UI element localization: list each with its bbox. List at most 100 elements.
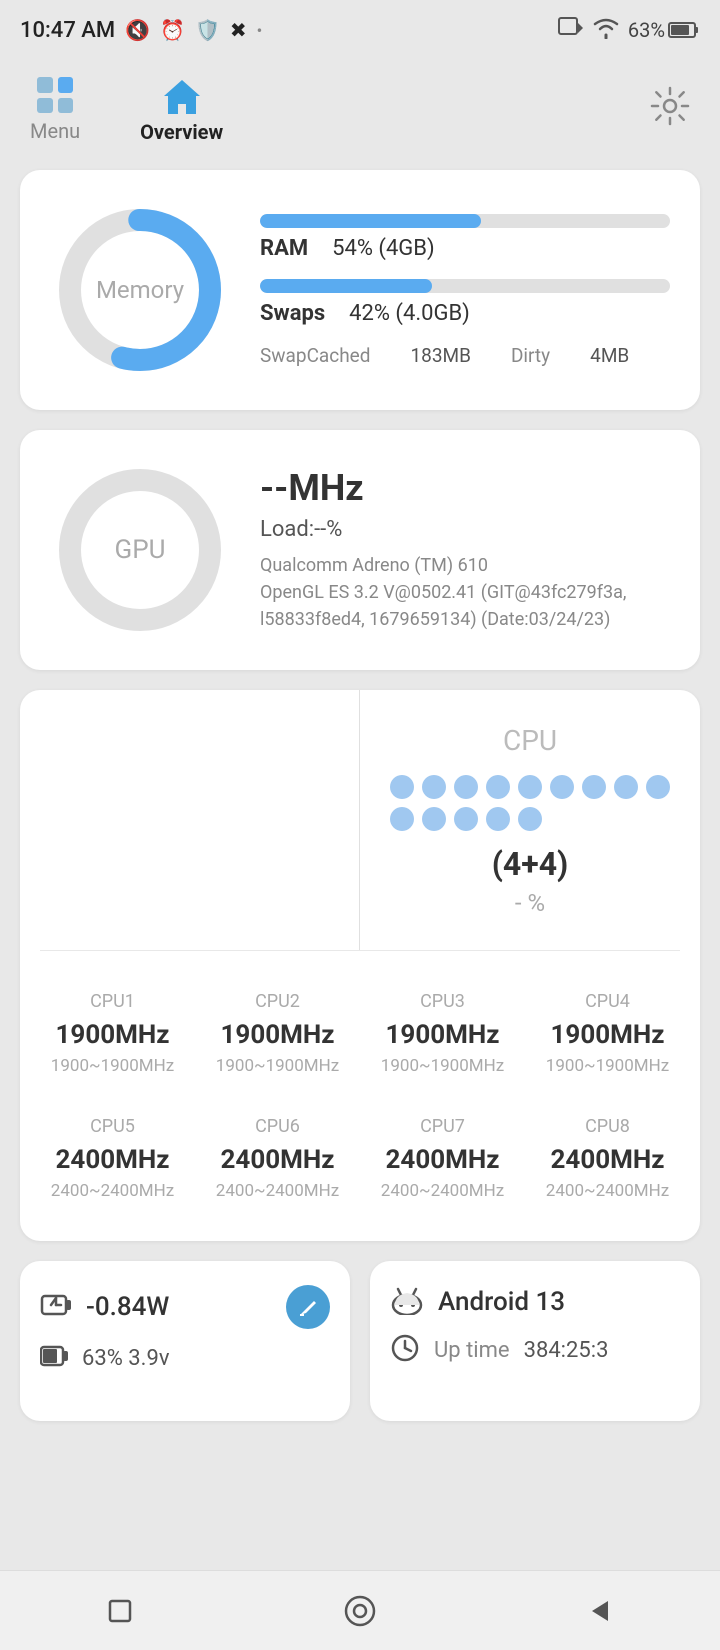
cpu6-range: 2400~2400MHz [216, 1181, 339, 1201]
gpu-info: --MHz Load:--% Qualcomm Adreno (TM) 610 … [260, 467, 670, 633]
alarm-icon: ⏰ [160, 18, 185, 42]
cpu-dots [390, 775, 670, 831]
shield-icon: 🛡️ [195, 18, 220, 42]
dirty-label: Dirty [511, 344, 550, 367]
cpu4-range: 1900~1900MHz [546, 1056, 669, 1076]
uptime-label: Up time [434, 1338, 510, 1363]
ram-value: 54% (4GB) [332, 236, 435, 261]
cpu4-label: CPU4 [585, 991, 630, 1012]
overview-icon [160, 76, 204, 116]
memory-sub-stats: SwapCached 183MB Dirty 4MB [260, 344, 670, 367]
cpu-dot [422, 775, 446, 799]
status-bar: 10:47 AM 🔇 ⏰ 🛡️ ✖ • 63% [0, 0, 720, 60]
cpu8-range: 2400~2400MHz [546, 1181, 669, 1201]
uptime-row: Up time 384:25:3 [390, 1333, 680, 1367]
ram-stat-row: RAM 54% (4GB) [260, 214, 670, 261]
swap-progress-fill [260, 279, 432, 293]
battery-level-value: 63% 3.9v [82, 1346, 169, 1371]
status-right-icons: 63% [558, 17, 700, 44]
swap-value: 42% (4.0GB) [349, 301, 470, 326]
swap-progress-bar [260, 279, 670, 293]
battery-watt-value: -0.84W [86, 1292, 169, 1322]
cpu1-label: CPU1 [90, 991, 135, 1012]
memory-donut-chart: Memory [50, 200, 230, 380]
cpu-core-7: CPU7 2400MHz 2400~2400MHz [360, 1096, 525, 1221]
cpu3-label: CPU3 [420, 991, 465, 1012]
cpu-cores-grid: CPU1 1900MHz 1900~1900MHz CPU2 1900MHz 1… [20, 951, 700, 1241]
back-button[interactable] [570, 1581, 630, 1641]
swap-stat-row: Swaps 42% (4.0GB) [260, 279, 670, 326]
swapcached-label: SwapCached [260, 344, 370, 367]
overview-nav-item[interactable]: Overview [140, 76, 223, 144]
status-time: 10:47 AM 🔇 ⏰ 🛡️ ✖ • [20, 18, 262, 43]
cpu3-freq: 1900MHz [385, 1020, 499, 1050]
swapcached-value: 183MB [410, 344, 470, 367]
battery-status: 63% [628, 18, 700, 42]
battery-header: -0.84W [40, 1285, 330, 1329]
menu-grid-icon [37, 77, 73, 113]
gpu-desc-line1: Qualcomm Adreno (TM) 610 [260, 555, 488, 576]
dirty-value: 4MB [590, 344, 629, 367]
cpu-dot [422, 807, 446, 831]
time-display: 10:47 AM [20, 18, 115, 43]
battery-charging-icon [40, 1290, 74, 1324]
menu-nav-item[interactable]: Menu [30, 77, 80, 143]
gpu-circle-chart: GPU [50, 460, 230, 640]
settings-gear-button[interactable] [650, 86, 690, 135]
wifi-icon [592, 17, 620, 44]
menu-label: Menu [30, 119, 80, 143]
battery-level-icon [40, 1343, 70, 1373]
cpu-top-section: CPU (4+4) - % [20, 690, 700, 950]
edit-button[interactable] [286, 1285, 330, 1329]
clock-icon [390, 1333, 420, 1367]
ram-label: RAM [260, 236, 308, 261]
cpu6-freq: 2400MHz [220, 1145, 334, 1175]
gpu-desc-line3: l58833f8ed4, 1679659134) (Date:03/24/23) [260, 609, 610, 630]
cpu-dot [614, 775, 638, 799]
cpu-core-4: CPU4 1900MHz 1900~1900MHz [525, 971, 690, 1096]
memory-donut-label: Memory [96, 276, 184, 304]
cpu-core-5: CPU5 2400MHz 2400~2400MHz [30, 1096, 195, 1221]
cpu-core-2: CPU2 1900MHz 1900~1900MHz [195, 971, 360, 1096]
ram-progress-bar [260, 214, 670, 228]
cpu2-range: 1900~1900MHz [216, 1056, 339, 1076]
cpu-dot [486, 807, 510, 831]
cpu-dot [518, 807, 542, 831]
cpu-cores-label: (4+4) [492, 845, 569, 883]
system-card: Android 13 Up time 384:25:3 [370, 1261, 700, 1421]
cpu-title: CPU [503, 724, 557, 757]
cpu4-freq: 1900MHz [550, 1020, 664, 1050]
cpu7-freq: 2400MHz [385, 1145, 499, 1175]
cpu-percent-label: - % [515, 889, 545, 917]
cpu6-label: CPU6 [255, 1116, 300, 1137]
cpu-dot [486, 775, 510, 799]
android-header: Android 13 [390, 1285, 680, 1319]
cpu-info-col: CPU (4+4) - % [360, 690, 700, 950]
recent-apps-button[interactable] [90, 1581, 150, 1641]
cpu7-range: 2400~2400MHz [381, 1181, 504, 1201]
gpu-load: Load:--% [260, 517, 670, 542]
nav-bar: Menu Overview [0, 60, 720, 160]
cpu-dot [390, 807, 414, 831]
cpu-dot [454, 775, 478, 799]
home-button[interactable] [330, 1581, 390, 1641]
x-icon: ✖ [230, 18, 247, 42]
cpu3-range: 1900~1900MHz [381, 1056, 504, 1076]
cpu5-freq: 2400MHz [55, 1145, 169, 1175]
cpu-core-8: CPU8 2400MHz 2400~2400MHz [525, 1096, 690, 1221]
battery-level-row: 63% 3.9v [40, 1343, 330, 1373]
cpu2-label: CPU2 [255, 991, 300, 1012]
memory-card: Memory RAM 54% (4GB) Swaps 42% (4.0GB) S… [20, 170, 700, 410]
battery-card: -0.84W 63% 3.9v [20, 1261, 350, 1421]
gpu-description: Qualcomm Adreno (TM) 610 OpenGL ES 3.2 V… [260, 552, 670, 633]
memory-stats: RAM 54% (4GB) Swaps 42% (4.0GB) SwapCach… [260, 214, 670, 367]
cpu1-range: 1900~1900MHz [51, 1056, 174, 1076]
cpu8-label: CPU8 [585, 1116, 630, 1137]
cpu-dot [550, 775, 574, 799]
mute-icon: 🔇 [125, 18, 150, 42]
gpu-circle-label: GPU [115, 535, 166, 565]
cpu7-label: CPU7 [420, 1116, 465, 1137]
cpu-core-1: CPU1 1900MHz 1900~1900MHz [30, 971, 195, 1096]
uptime-value: 384:25:3 [524, 1338, 609, 1363]
cpu-card: CPU (4+4) - % CPU1 [20, 690, 700, 1241]
